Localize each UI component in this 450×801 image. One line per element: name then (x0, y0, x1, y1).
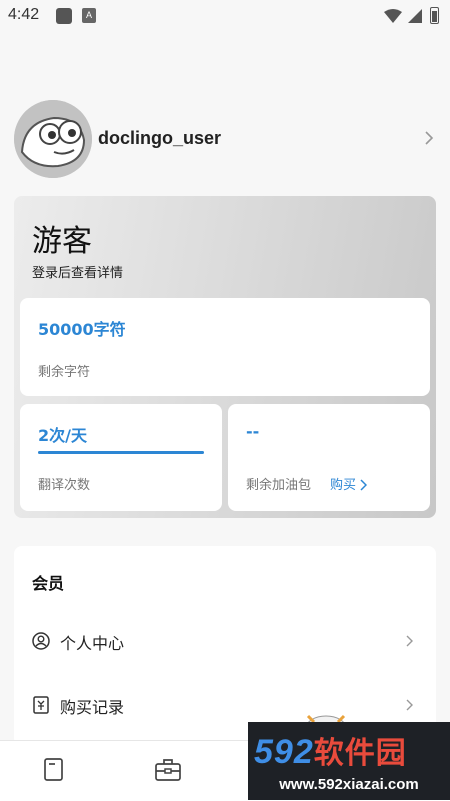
user-circle-icon (32, 632, 50, 650)
avatar-face-icon (14, 100, 92, 178)
translation-count-card: 2次/天 翻译次数 (20, 404, 222, 511)
document-icon (44, 758, 63, 781)
translation-count-label: 翻译次数 (38, 478, 91, 493)
watermark-logo: 592软件园 (254, 728, 407, 772)
cellular-signal-icon (408, 9, 422, 23)
chevron-right-icon[interactable] (424, 130, 434, 146)
watermark: 592软件园 www.592xiazai.com (248, 722, 450, 800)
wifi-icon (384, 9, 402, 23)
chevron-right-icon (406, 699, 413, 711)
watermark-brand: 软件园 (313, 737, 407, 770)
translation-count-value: 2次/天 (38, 426, 87, 445)
chevron-right-icon (360, 479, 368, 491)
avatar[interactable] (14, 100, 92, 178)
fuel-pack-value: -- (246, 422, 260, 441)
guest-title: 游客 (32, 224, 92, 259)
remaining-chars-value: 50000字符 (38, 320, 126, 339)
buy-button[interactable]: 购买 (330, 474, 368, 493)
nav-documents[interactable] (42, 757, 70, 785)
fuel-pack-label: 剩余加油包 (246, 478, 312, 493)
buy-button-label: 购买 (330, 478, 357, 493)
translation-count-progress (38, 451, 204, 454)
menu-item-label: 个人中心 (60, 634, 125, 653)
status-time: 4:42 (8, 6, 40, 23)
fuel-pack-card: -- 剩余加油包 购买 (228, 404, 430, 511)
menu-item-label: 购买记录 (60, 698, 125, 717)
battery-icon (430, 7, 439, 24)
app-notification-icon: A (82, 8, 96, 23)
watermark-digits: 592 (254, 733, 314, 771)
member-section: 会员 个人中心 购买记录 (14, 546, 436, 746)
chevron-right-icon (406, 635, 413, 647)
nav-toolbox[interactable] (154, 757, 182, 785)
guest-account-card: 游客 登录后查看详情 50000字符 剩余字符 2次/天 翻译次数 -- 剩余加… (14, 196, 436, 518)
remaining-chars-card: 50000字符 剩余字符 (20, 298, 430, 396)
notification-icon (56, 8, 72, 24)
translation-count-progress-fill (38, 451, 204, 454)
remaining-chars-label: 剩余字符 (38, 365, 91, 380)
receipt-icon (33, 696, 49, 714)
username: doclingo_user (98, 128, 222, 148)
profile-header[interactable]: doclingo_user (14, 100, 436, 178)
menu-item-personal-center[interactable]: 个人中心 (14, 616, 436, 670)
login-hint[interactable]: 登录后查看详情 (32, 262, 123, 281)
status-bar: 4:42 A (0, 0, 450, 32)
toolbox-icon (155, 759, 181, 781)
watermark-url: www.592xiazai.com (279, 776, 419, 793)
member-section-title: 会员 (32, 574, 65, 593)
